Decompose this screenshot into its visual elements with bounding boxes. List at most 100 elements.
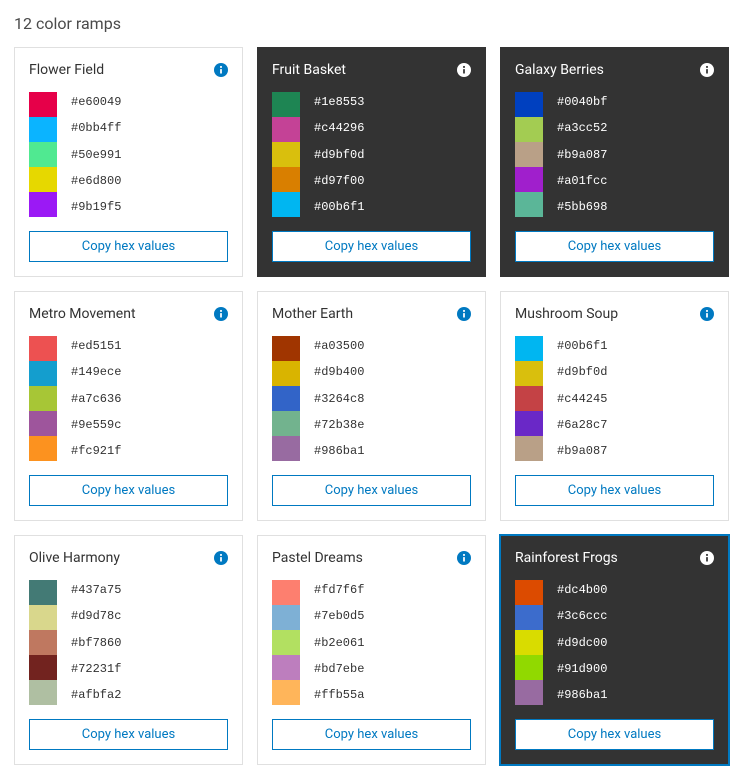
info-icon[interactable]	[214, 551, 228, 565]
hex-list: #fd7f6f#7eb0d5#b2e061#bd7ebe#ffb55a	[314, 580, 364, 705]
copy-hex-button[interactable]: Copy hex values	[29, 475, 228, 506]
copy-hex-button[interactable]: Copy hex values	[29, 719, 228, 750]
card-header: Galaxy Berries	[515, 62, 714, 78]
hex-value: #bd7ebe	[314, 663, 364, 675]
ramp-card[interactable]: Galaxy Berries#0040bf#a3cc52#b9a087#a01f…	[500, 47, 729, 277]
hex-value: #a3cc52	[557, 122, 607, 134]
hex-value: #afbfa2	[71, 689, 121, 701]
copy-hex-button[interactable]: Copy hex values	[272, 719, 471, 750]
ramp-segment	[272, 580, 300, 605]
copy-hex-button[interactable]: Copy hex values	[272, 475, 471, 506]
ramp-segment	[272, 655, 300, 680]
info-icon[interactable]	[214, 63, 228, 77]
info-icon[interactable]	[214, 307, 228, 321]
ramp-segment	[272, 142, 300, 167]
ramp-segment	[515, 680, 543, 705]
info-icon[interactable]	[700, 551, 714, 565]
hex-value: #d9b400	[314, 366, 364, 378]
info-icon[interactable]	[457, 307, 471, 321]
hex-value: #9e559c	[71, 419, 121, 431]
ramp-segment	[515, 630, 543, 655]
ramp-bar	[515, 92, 543, 217]
ramp-segment	[29, 336, 57, 361]
hex-value: #c44245	[557, 393, 607, 405]
hex-value: #3264c8	[314, 393, 364, 405]
ramp-segment	[515, 411, 543, 436]
hex-value: #1e8553	[314, 96, 364, 108]
hex-list: #ed5151#149ece#a7c636#9e559c#fc921f	[71, 336, 121, 461]
card-header: Olive Harmony	[29, 550, 228, 566]
ramp-card[interactable]: Fruit Basket#1e8553#c44296#d9bf0d#d97f00…	[257, 47, 486, 277]
ramp-bar	[272, 336, 300, 461]
ramp-segment	[515, 655, 543, 680]
hex-value: #986ba1	[557, 689, 607, 701]
hex-value: #5bb698	[557, 201, 607, 213]
ramp-card[interactable]: Mushroom Soup#00b6f1#d9bf0d#c44245#6a28c…	[500, 291, 729, 521]
ramp-card[interactable]: Flower Field#e60049#0bb4ff#50e991#e6d800…	[14, 47, 243, 277]
ramp-segment	[272, 630, 300, 655]
ramp-segment	[515, 605, 543, 630]
ramp-title: Mushroom Soup	[515, 306, 618, 322]
ramp-body: #0040bf#a3cc52#b9a087#a01fcc#5bb698	[515, 92, 714, 217]
hex-value: #91d900	[557, 663, 607, 675]
hex-list: #1e8553#c44296#d9bf0d#d97f00#00b6f1	[314, 92, 364, 217]
page-title: 12 color ramps	[14, 14, 729, 33]
ramp-title: Olive Harmony	[29, 550, 120, 566]
hex-value: #d97f00	[314, 175, 364, 187]
hex-value: #437a75	[71, 584, 121, 596]
copy-hex-button[interactable]: Copy hex values	[272, 231, 471, 262]
ramp-body: #ed5151#149ece#a7c636#9e559c#fc921f	[29, 336, 228, 461]
hex-value: #d9bf0d	[314, 149, 364, 161]
copy-hex-button[interactable]: Copy hex values	[29, 231, 228, 262]
ramp-body: #437a75#d9d78c#bf7860#72231f#afbfa2	[29, 580, 228, 705]
ramp-segment	[272, 605, 300, 630]
copy-hex-button[interactable]: Copy hex values	[515, 719, 714, 750]
ramp-segment	[29, 655, 57, 680]
hex-value: #d9bf0d	[557, 366, 607, 378]
hex-value: #d9d78c	[71, 610, 121, 622]
hex-list: #e60049#0bb4ff#50e991#e6d800#9b19f5	[71, 92, 121, 217]
ramp-card[interactable]: Pastel Dreams#fd7f6f#7eb0d5#b2e061#bd7eb…	[257, 535, 486, 765]
info-icon[interactable]	[457, 63, 471, 77]
ramp-segment	[29, 411, 57, 436]
copy-hex-button[interactable]: Copy hex values	[515, 475, 714, 506]
hex-value: #0bb4ff	[71, 122, 121, 134]
card-header: Mushroom Soup	[515, 306, 714, 322]
card-header: Metro Movement	[29, 306, 228, 322]
ramp-card[interactable]: Rainforest Frogs#dc4b00#3c6ccc#d9dc00#91…	[500, 535, 729, 765]
info-icon[interactable]	[457, 551, 471, 565]
ramp-segment	[29, 436, 57, 461]
hex-list: #00b6f1#d9bf0d#c44245#6a28c7#b9a087	[557, 336, 607, 461]
info-icon[interactable]	[700, 307, 714, 321]
hex-value: #9b19f5	[71, 201, 121, 213]
ramp-body: #e60049#0bb4ff#50e991#e6d800#9b19f5	[29, 92, 228, 217]
hex-value: #e6d800	[71, 175, 121, 187]
ramp-card[interactable]: Olive Harmony#437a75#d9d78c#bf7860#72231…	[14, 535, 243, 765]
ramp-title: Galaxy Berries	[515, 62, 604, 78]
ramp-segment	[272, 92, 300, 117]
card-header: Fruit Basket	[272, 62, 471, 78]
copy-hex-button[interactable]: Copy hex values	[515, 231, 714, 262]
ramp-card[interactable]: Metro Movement#ed5151#149ece#a7c636#9e55…	[14, 291, 243, 521]
hex-value: #bf7860	[71, 637, 121, 649]
ramp-grid: Flower Field#e60049#0bb4ff#50e991#e6d800…	[14, 47, 729, 765]
ramp-card[interactable]: Mother Earth#a03500#d9b400#3264c8#72b38e…	[257, 291, 486, 521]
ramp-segment	[29, 117, 57, 142]
ramp-segment	[272, 386, 300, 411]
hex-list: #dc4b00#3c6ccc#d9dc00#91d900#986ba1	[557, 580, 607, 705]
hex-list: #0040bf#a3cc52#b9a087#a01fcc#5bb698	[557, 92, 607, 217]
info-icon[interactable]	[700, 63, 714, 77]
hex-value: #149ece	[71, 366, 121, 378]
hex-list: #a03500#d9b400#3264c8#72b38e#986ba1	[314, 336, 364, 461]
hex-list: #437a75#d9d78c#bf7860#72231f#afbfa2	[71, 580, 121, 705]
hex-value: #00b6f1	[557, 340, 607, 352]
ramp-body: #a03500#d9b400#3264c8#72b38e#986ba1	[272, 336, 471, 461]
hex-value: #e60049	[71, 96, 121, 108]
hex-value: #a01fcc	[557, 175, 607, 187]
hex-value: #a7c636	[71, 393, 121, 405]
ramp-segment	[272, 117, 300, 142]
card-header: Flower Field	[29, 62, 228, 78]
ramp-bar	[29, 336, 57, 461]
ramp-title: Metro Movement	[29, 306, 136, 322]
hex-value: #7eb0d5	[314, 610, 364, 622]
